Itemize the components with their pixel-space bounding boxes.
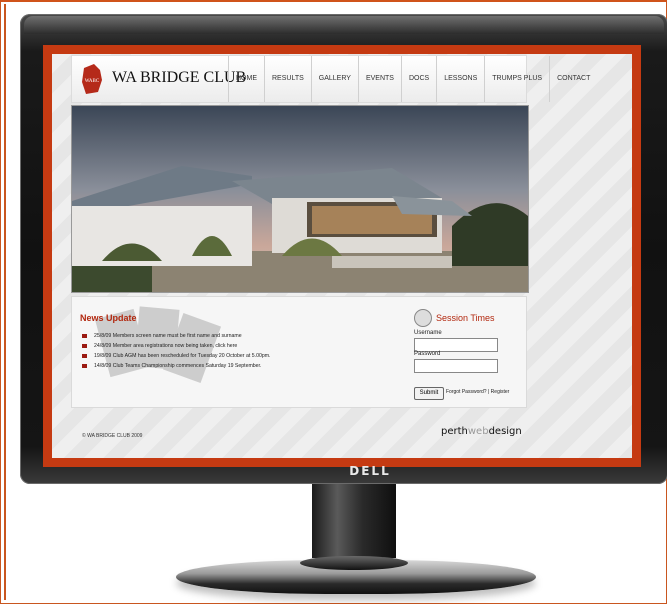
news-item-text: 25/8/09 Members screen name must be firs… bbox=[94, 333, 242, 339]
monitor-stand-ring bbox=[300, 556, 408, 570]
bullet-icon bbox=[82, 354, 87, 358]
credit-part1: perth bbox=[441, 426, 468, 437]
news-item-text[interactable]: 24/8/09 Member area registrations now be… bbox=[94, 343, 237, 349]
register-link[interactable]: Register bbox=[491, 389, 510, 395]
submit-button[interactable]: Submit bbox=[414, 387, 444, 400]
news-item-text: 19/8/09 Club AGM has been rescheduled fo… bbox=[94, 353, 271, 359]
footer-credit[interactable]: perthwebdesign bbox=[441, 426, 522, 437]
nav-events[interactable]: EVENTS bbox=[357, 56, 401, 102]
monitor-brand-logo: DELL bbox=[349, 464, 391, 478]
bullet-icon bbox=[82, 364, 87, 368]
site-header: WABC WA BRIDGE CLUB HOME RESULTS GALLERY… bbox=[71, 55, 590, 103]
news-title: News Update bbox=[80, 313, 137, 323]
site-logo-text[interactable]: WA BRIDGE CLUB bbox=[112, 69, 246, 87]
club-logo-icon: WABC bbox=[82, 64, 102, 94]
clock-icon bbox=[414, 309, 432, 327]
forgot-password-link[interactable]: Forgot Password? bbox=[446, 389, 487, 395]
bullet-icon bbox=[82, 344, 87, 348]
content-panel: News Update 25/8/09 Members screen name … bbox=[71, 296, 527, 408]
credit-part2: web bbox=[467, 426, 489, 437]
news-item-text: 14/8/09 Club Teams Championship commence… bbox=[94, 363, 262, 369]
frame-edge bbox=[4, 4, 6, 600]
news-item[interactable]: 24/8/09 Member area registrations now be… bbox=[82, 341, 402, 351]
credit-part3: design bbox=[488, 426, 522, 437]
hero-image bbox=[71, 105, 529, 293]
nav-trumps-plus[interactable]: TRUMPS PLUS bbox=[484, 56, 549, 102]
password-input[interactable] bbox=[414, 359, 498, 373]
nav-results[interactable]: RESULTS bbox=[264, 56, 311, 102]
news-list: 25/8/09 Members screen name must be firs… bbox=[82, 331, 402, 371]
link-separator: | bbox=[487, 389, 490, 395]
news-item: 19/8/09 Club AGM has been rescheduled fo… bbox=[82, 351, 402, 361]
footer-copyright: © WA BRIDGE CLUB 2009 bbox=[82, 433, 143, 439]
nav-contact[interactable]: CONTACT bbox=[549, 56, 597, 102]
nav-docs[interactable]: DOCS bbox=[400, 56, 436, 102]
news-item: 25/8/09 Members screen name must be firs… bbox=[82, 331, 402, 341]
session-times-title: Session Times bbox=[436, 313, 495, 323]
logo-badge-text: WABC bbox=[85, 79, 100, 84]
nav-home[interactable]: HOME bbox=[228, 56, 264, 102]
news-item: 14/8/09 Club Teams Championship commence… bbox=[82, 361, 402, 371]
username-input[interactable] bbox=[414, 338, 498, 352]
main-nav: HOME RESULTS GALLERY EVENTS DOCS LESSONS… bbox=[228, 56, 597, 102]
username-label: Username bbox=[414, 330, 442, 336]
password-label: Password bbox=[414, 351, 441, 357]
nav-lessons[interactable]: LESSONS bbox=[436, 56, 484, 102]
bullet-icon bbox=[82, 334, 87, 338]
auth-links: Forgot Password? | Register bbox=[446, 389, 509, 395]
nav-gallery[interactable]: GALLERY bbox=[310, 56, 358, 102]
monitor-stand-neck bbox=[312, 484, 396, 558]
monitor-highlight bbox=[24, 16, 664, 34]
